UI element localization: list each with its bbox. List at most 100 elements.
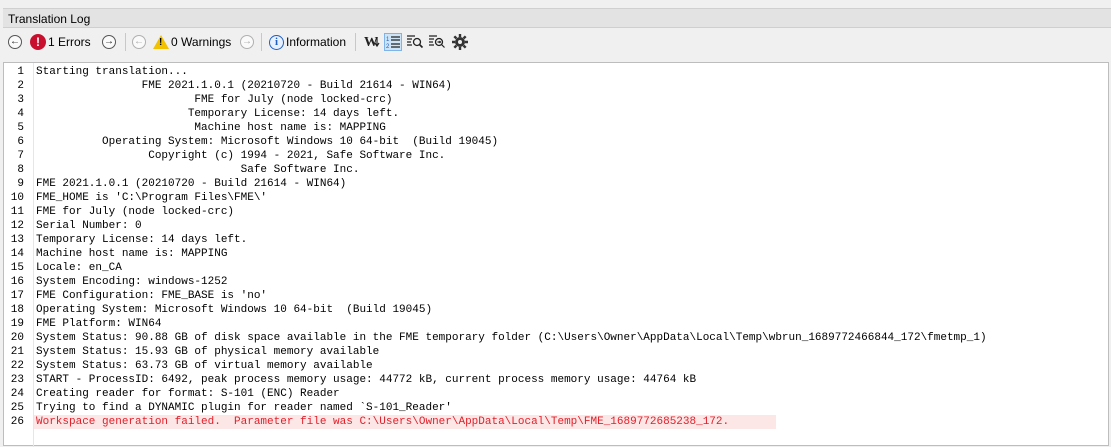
line-number: 2 [17, 80, 24, 92]
log-line: 1 Starting translation... [4, 65, 1104, 79]
settings-button[interactable] [451, 33, 469, 51]
log-line-text: Serial Number: 0 [36, 220, 142, 232]
line-number: 17 [10, 290, 24, 302]
translation-log-text[interactable]: 1 Starting translation... 2 FME 2021.1.0.1… [3, 62, 1109, 447]
information-filter-button[interactable]: i Information [269, 32, 346, 52]
log-line-text: FME_HOME is 'C:\Program Files\FME\' [36, 192, 268, 204]
log-line-text: START - ProcessID: 6492, peak process me… [36, 374, 697, 386]
line-number: 23 [10, 374, 24, 386]
log-line: 8 Safe Software Inc. [4, 163, 1104, 177]
line-number: 10 [10, 192, 24, 204]
info-icon: i [269, 34, 284, 50]
log-line: 2 FME 2021.1.0.1 (20210720 - Build 21614… [4, 79, 1104, 93]
arrow-right-icon: → [102, 35, 116, 49]
log-line-text: Operating System: Microsoft Windows 10 6… [36, 304, 433, 316]
previous-error-button[interactable]: ← [8, 32, 22, 52]
find-button[interactable] [406, 33, 424, 51]
log-line-text: Temporary License: 14 days left. [36, 108, 400, 120]
log-line: 13 Temporary License: 14 days left. [4, 233, 1104, 247]
line-number: 18 [10, 304, 24, 316]
errors-filter-button[interactable]: ! 1 Errors [30, 32, 91, 52]
log-line: 3 FME for July (node locked-crc) [4, 93, 1104, 107]
warnings-filter-button[interactable]: ! 0 Warnings [153, 32, 231, 52]
word-wrap-button[interactable]: W [363, 33, 381, 51]
line-number: 9 [17, 178, 24, 190]
log-line: 6 Operating System: Microsoft Windows 10… [4, 135, 1104, 149]
line-number: 1 [17, 66, 24, 78]
log-line: 21 System Status: 15.93 GB of physical me… [4, 345, 1104, 359]
log-line-text: FME for July (node locked-crc) [36, 206, 235, 218]
log-line-text: System Status: 15.93 GB of physical memo… [36, 346, 380, 358]
panel-title: Translation Log [8, 12, 91, 26]
log-line: 10 FME_HOME is 'C:\Program Files\FME\' [4, 191, 1104, 205]
log-line-text: Operating System: Microsoft Windows 10 6… [36, 136, 499, 148]
log-line: 17 FME Configuration: FME_BASE is 'no' [4, 289, 1104, 303]
log-line: 12 Serial Number: 0 [4, 219, 1104, 233]
error-icon: ! [30, 34, 46, 50]
log-line-text: FME 2021.1.0.1 (20210720 - Build 21614 -… [36, 178, 347, 190]
next-error-button[interactable]: → [102, 32, 116, 52]
information-label: Information [286, 35, 347, 49]
line-number: 16 [10, 276, 24, 288]
log-line-text: System Status: 63.73 GB of virtual memor… [36, 360, 373, 372]
line-number: 4 [17, 108, 24, 120]
line-number: 25 [10, 402, 24, 414]
arrow-left-icon: ← [132, 35, 146, 49]
log-line: 24 Creating reader for format: S-101 (ENC… [4, 387, 1104, 401]
warning-icon: ! [153, 35, 169, 49]
log-line-text: Copyright (c) 1994 - 2021, Safe Software… [36, 150, 446, 162]
log-line-text: Temporary License: 14 days left. [36, 234, 248, 246]
line-number: 13 [10, 234, 24, 246]
next-warning-button[interactable]: → [240, 32, 254, 52]
top-strip [0, 0, 1111, 8]
log-line-error: 26 Workspace generation failed. Parameter… [4, 415, 1104, 429]
log-line-text: Safe Software Inc. [36, 164, 360, 176]
line-numbers-toggle[interactable]: 1 2 [384, 33, 402, 51]
log-toolbar: ← ! 1 Errors → ← ! 0 Warnings → i Inform… [3, 28, 1111, 56]
panel-title-bar: Translation Log [3, 8, 1111, 28]
line-number: 5 [17, 122, 24, 134]
log-line: 7 Copyright (c) 1994 - 2021, Safe Softwa… [4, 149, 1104, 163]
log-line-text: Starting translation... [36, 66, 188, 78]
line-number: 24 [10, 388, 24, 400]
log-line: 15 Locale: en_CA [4, 261, 1104, 275]
line-number: 26 [10, 416, 24, 428]
errors-label: 1 Errors [48, 35, 91, 49]
log-line-text: Creating reader for format: S-101 (ENC) … [36, 388, 340, 400]
toolbar-separator [355, 33, 356, 51]
line-number: 7 [17, 150, 24, 162]
log-line-text: FME 2021.1.0.1 (20210720 - Build 21614 -… [36, 80, 452, 92]
log-line: 23 START - ProcessID: 6492, peak process … [4, 373, 1104, 387]
svg-text:W: W [364, 35, 378, 50]
log-line: 11 FME for July (node locked-crc) [4, 205, 1104, 219]
line-number: 12 [10, 220, 24, 232]
log-line-text: Machine host name is: MAPPING [36, 248, 228, 260]
log-line-text: System Encoding: windows-1252 [36, 276, 228, 288]
log-line-text: FME for July (node locked-crc) [36, 94, 393, 106]
log-line-text: System Status: 90.88 GB of disk space av… [36, 332, 987, 344]
log-line: 4 Temporary License: 14 days left. [4, 107, 1104, 121]
log-line: 5 Machine host name is: MAPPING [4, 121, 1104, 135]
log-line: 9 FME 2021.1.0.1 (20210720 - Build 21614 … [4, 177, 1104, 191]
line-number: 3 [17, 94, 24, 106]
line-number: 11 [10, 206, 24, 218]
log-line: 22 System Status: 63.73 GB of virtual mem… [4, 359, 1104, 373]
gear-icon [452, 34, 468, 50]
word-wrap-icon: W [364, 35, 380, 50]
log-line-text: Machine host name is: MAPPING [36, 122, 386, 134]
find-next-icon [429, 35, 445, 48]
arrow-right-icon: → [240, 35, 254, 49]
log-line-text: FME Configuration: FME_BASE is 'no' [36, 290, 268, 302]
svg-text:1: 1 [386, 37, 390, 43]
find-next-button[interactable] [428, 33, 446, 51]
log-line: 20 System Status: 90.88 GB of disk space … [4, 331, 1104, 345]
find-text-icon [407, 35, 424, 49]
line-number: 6 [17, 136, 24, 148]
log-line-text: Locale: en_CA [36, 262, 122, 274]
toolbar-separator [261, 33, 262, 51]
line-number: 8 [17, 164, 24, 176]
warnings-label: 0 Warnings [171, 35, 232, 49]
log-line-text: Trying to find a DYNAMIC plugin for read… [36, 402, 452, 414]
log-line: 19 FME Platform: WIN64 [4, 317, 1104, 331]
previous-warning-button[interactable]: ← [132, 32, 146, 52]
